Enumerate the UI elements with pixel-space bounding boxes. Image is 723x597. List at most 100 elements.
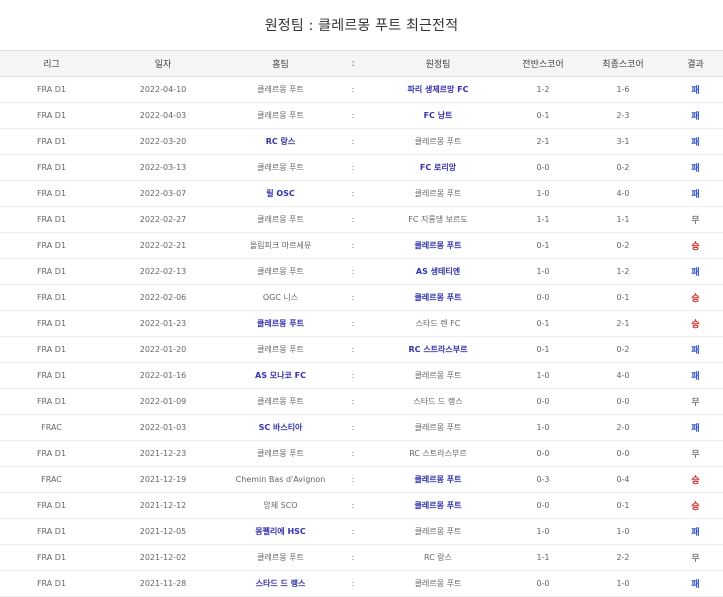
half-score-cell: 0-1 [508, 232, 578, 259]
result-cell: 패 [668, 258, 723, 285]
result-cell: 승 [668, 310, 723, 337]
date-cell: 2021-11-28 [103, 570, 223, 597]
date-cell: 2021-12-02 [103, 544, 223, 571]
away-team-cell: RC 랑스 [368, 544, 508, 571]
away-team-cell: AS 생테티엔 [368, 258, 508, 285]
home-team-cell: 올림피크 마르세유 [223, 232, 338, 259]
away-team-cell: FC 로리앙 [368, 154, 508, 181]
league-cell: FRA D1 [0, 154, 103, 181]
final-score-cell: 1-6 [578, 76, 668, 103]
final-score-cell: 1-1 [578, 206, 668, 233]
home-team-cell: 스타드 드 랭스 [223, 570, 338, 597]
half-score-cell: 2-1 [508, 128, 578, 155]
title-bar: 원정팀 : 클레르몽 푸트 최근전적 [0, 0, 723, 51]
table-row: FRA D1 2022-01-20 클레르몽 푸트: RC 스트라스부르 0-1 0-2 패 [0, 336, 723, 363]
league-cell: FRA D1 [0, 544, 103, 571]
table-row: FRA D1 2022-01-09 클레르몽 푸트: 스타드 드 랭스 0-0 0-0 무 [0, 388, 723, 415]
date-cell: 2022-02-27 [103, 206, 223, 233]
home-team-cell: RC 랑스 [223, 128, 338, 155]
column-header-home-team: 홈팀 [223, 51, 338, 77]
away-team-cell: 클레르몽 푸트 [368, 414, 508, 441]
table-header-row: 리그 일자 홈팀 : 원정팀 전반스코어 최종스코어 결과 [0, 51, 723, 77]
result-cell: 패 [668, 76, 723, 103]
half-score-cell: 0-1 [508, 310, 578, 337]
away-team-cell: 클레르몽 푸트 [368, 518, 508, 545]
separator-cell: : [338, 570, 368, 597]
result-cell: 패 [668, 102, 723, 129]
table-row: FRA D1 2021-12-23 클레르몽 푸트: RC 스트라스부르 0-0 0-0 무 [0, 440, 723, 467]
league-cell: FRA D1 [0, 492, 103, 519]
home-team-cell: 클레르몽 푸트 [223, 388, 338, 415]
result-cell: 승 [668, 284, 723, 311]
date-cell: 2022-02-06 [103, 284, 223, 311]
away-team-cell: 클레르몽 푸트 [368, 284, 508, 311]
match-history-table: 리그 일자 홈팀 : 원정팀 전반스코어 최종스코어 결과 FRA D1 2022… [0, 51, 723, 597]
date-cell: 2021-12-23 [103, 440, 223, 467]
away-team-cell: RC 스트라스부르 [368, 336, 508, 363]
separator-cell: : [338, 76, 368, 103]
column-header-separator: : [338, 51, 368, 77]
home-team-cell: 클레르몽 푸트 [223, 544, 338, 571]
result-cell: 승 [668, 232, 723, 259]
home-team-cell: 앙제 SCO [223, 492, 338, 519]
half-score-cell: 0-0 [508, 284, 578, 311]
table-row: FRA D1 2022-02-06 OGC 니스: 클레르몽 푸트 0-0 0-1 승 [0, 284, 723, 311]
half-score-cell: 1-1 [508, 206, 578, 233]
final-score-cell: 4-0 [578, 362, 668, 389]
separator-cell: : [338, 284, 368, 311]
table-row: FRAC 2022-01-03 SC 바스티아: 클레르몽 푸트 1-0 2-0 패 [0, 414, 723, 441]
final-score-cell: 0-2 [578, 154, 668, 181]
final-score-cell: 0-0 [578, 440, 668, 467]
half-score-cell: 1-0 [508, 258, 578, 285]
separator-cell: : [338, 232, 368, 259]
home-team-cell: 클레르몽 푸트 [223, 440, 338, 467]
separator-cell: : [338, 336, 368, 363]
date-cell: 2022-03-20 [103, 128, 223, 155]
date-cell: 2021-12-19 [103, 466, 223, 493]
home-team-cell: 클레르몽 푸트 [223, 76, 338, 103]
result-cell: 패 [668, 414, 723, 441]
final-score-cell: 2-3 [578, 102, 668, 129]
date-cell: 2022-04-03 [103, 102, 223, 129]
table-row: FRA D1 2022-02-27 클레르몽 푸트: FC 지롱댕 보르도 1-1 1-1… [0, 206, 723, 233]
away-team-cell: 클레르몽 푸트 [368, 492, 508, 519]
league-cell: FRA D1 [0, 206, 103, 233]
table-row: FRA D1 2022-02-13 클레르몽 푸트: AS 생테티엔 1-0 1-2 패 [0, 258, 723, 285]
separator-cell: : [338, 180, 368, 207]
date-cell: 2021-12-05 [103, 518, 223, 545]
column-header-final-score: 최종스코어 [578, 51, 668, 77]
date-cell: 2022-01-09 [103, 388, 223, 415]
date-cell: 2022-03-13 [103, 154, 223, 181]
table-row: FRA D1 2021-12-05 몽펠리에 HSC: 클레르몽 푸트 1-0 1-0 패 [0, 518, 723, 545]
half-score-cell: 1-0 [508, 414, 578, 441]
column-header-away-team: 원정팀 [368, 51, 508, 77]
table-row: FRA D1 2021-11-28 스타드 드 랭스: 클레르몽 푸트 0-0 1-0 패 [0, 570, 723, 597]
home-team-cell: OGC 니스 [223, 284, 338, 311]
league-cell: FRA D1 [0, 128, 103, 155]
table-row: FRA D1 2021-12-12 앙제 SCO: 클레르몽 푸트 0-0 0-1 승 [0, 492, 723, 519]
home-team-cell: 클레르몽 푸트 [223, 258, 338, 285]
away-team-cell: 클레르몽 푸트 [368, 570, 508, 597]
away-team-cell: 파리 생제르망 FC [368, 76, 508, 103]
table-row: FRA D1 2021-12-02 클레르몽 푸트: RC 랑스 1-1 2-2 무 [0, 544, 723, 571]
league-cell: FRA D1 [0, 570, 103, 597]
table-row: FRA D1 2022-02-21 올림피크 마르세유: 클레르몽 푸트 0-1 0-2 승 [0, 232, 723, 259]
final-score-cell: 2-1 [578, 310, 668, 337]
league-cell: FRAC [0, 414, 103, 441]
date-cell: 2021-12-12 [103, 492, 223, 519]
league-cell: FRA D1 [0, 362, 103, 389]
separator-cell: : [338, 128, 368, 155]
home-team-cell: SC 바스티아 [223, 414, 338, 441]
away-team-cell: 클레르몽 푸트 [368, 362, 508, 389]
final-score-cell: 1-0 [578, 518, 668, 545]
league-cell: FRA D1 [0, 336, 103, 363]
page-title: 원정팀 : 클레르몽 푸트 최근전적 [264, 18, 459, 34]
result-cell: 패 [668, 570, 723, 597]
league-cell: FRA D1 [0, 310, 103, 337]
away-team-cell: 클레르몽 푸트 [368, 232, 508, 259]
away-team-cell: 클레르몽 푸트 [368, 128, 508, 155]
away-team-cell: FC 낭트 [368, 102, 508, 129]
final-score-cell: 3-1 [578, 128, 668, 155]
league-cell: FRA D1 [0, 388, 103, 415]
half-score-cell: 0-0 [508, 388, 578, 415]
